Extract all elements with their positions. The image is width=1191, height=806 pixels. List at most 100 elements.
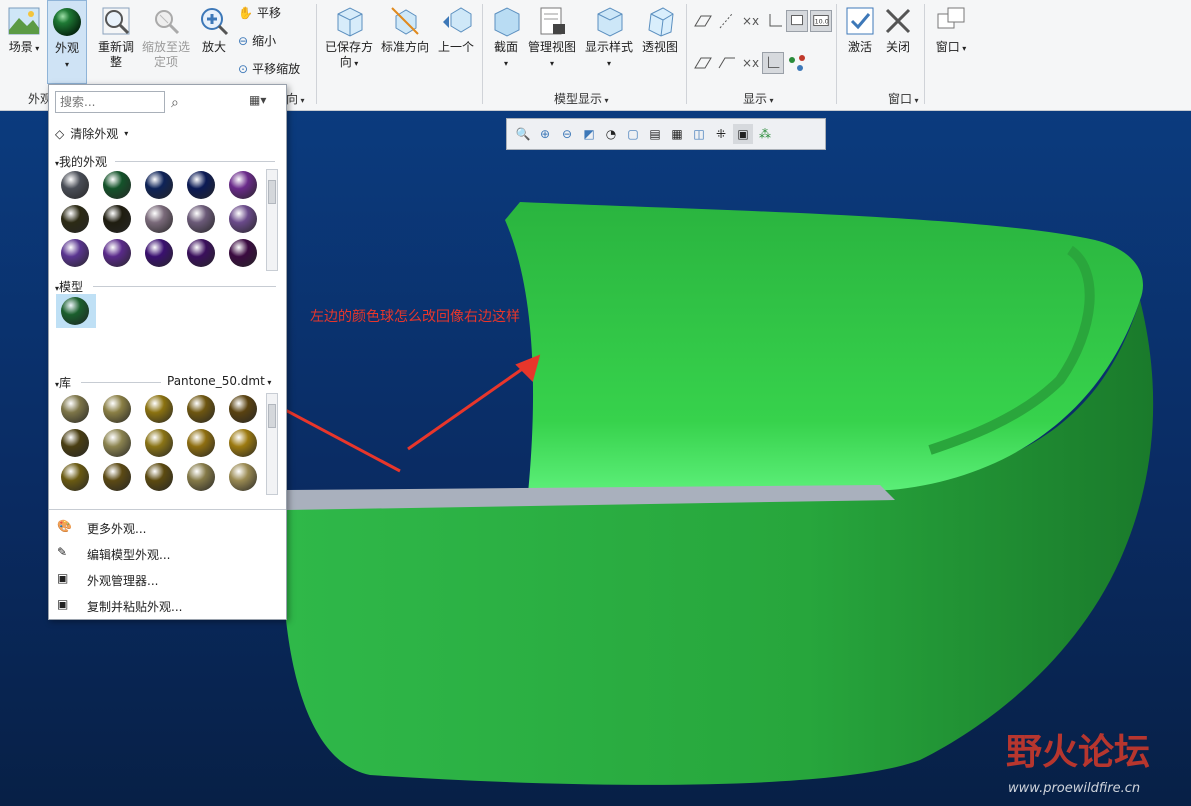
more-appearances-item[interactable]: 🎨 更多外观... xyxy=(57,519,146,537)
appearance-swatch[interactable] xyxy=(61,429,89,457)
appearance-swatch[interactable] xyxy=(187,171,215,199)
csys-tag-icon[interactable] xyxy=(762,52,784,74)
annotation-display-icon[interactable] xyxy=(786,10,808,32)
model-display-group-label[interactable]: 模型显示 ▾ xyxy=(554,90,609,107)
window-group-label[interactable]: 窗口 ▾ xyxy=(888,90,919,107)
copy-paste-appearance-item[interactable]: ▣ 复制并粘贴外观... xyxy=(57,597,182,615)
appearance-swatch[interactable] xyxy=(103,239,131,267)
csys-display-icon[interactable] xyxy=(764,10,786,32)
appearance-swatch[interactable] xyxy=(145,429,173,457)
dimension-display-icon[interactable]: 10.0 xyxy=(810,10,832,32)
window-button[interactable]: 窗口 ▾ xyxy=(930,0,972,56)
perspective-button[interactable]: 透视图 xyxy=(638,0,682,55)
zoom-in-icon[interactable]: ⊕ xyxy=(535,124,555,144)
appearance-swatch[interactable] xyxy=(61,205,89,233)
zoom-out-icon[interactable]: ⊖ xyxy=(557,124,577,144)
appearance-swatch[interactable] xyxy=(229,205,257,233)
saved-orientation-icon[interactable]: ▢ xyxy=(623,124,643,144)
appearance-swatch[interactable] xyxy=(187,429,215,457)
display-style-icon[interactable]: ◫ xyxy=(689,124,709,144)
spin-center-icon[interactable]: ⁂ xyxy=(755,124,775,144)
view-toolbar: 🔍 ⊕ ⊖ ◩ ◔ ▢ ▤ ▦ ◫ ⁜ ▣ ⁂ xyxy=(506,118,826,150)
refit-button[interactable]: 重新调 整 xyxy=(94,0,138,70)
appearance-swatch[interactable] xyxy=(145,395,173,423)
library-file-dropdown[interactable]: Pantone_50.dmt ▾ xyxy=(167,374,271,388)
appearance-swatch[interactable] xyxy=(61,297,89,325)
appearance-swatch[interactable] xyxy=(103,429,131,457)
pan-button[interactable]: ✋ 平移 xyxy=(238,4,281,21)
appearance-swatch[interactable] xyxy=(145,239,173,267)
view-options-icon[interactable]: ▦▾ xyxy=(249,93,266,107)
datum-display-icon[interactable]: ⁜ xyxy=(711,124,731,144)
pan-zoom-icon: ⊙ xyxy=(238,61,249,76)
appearance-swatch[interactable] xyxy=(61,239,89,267)
appearance-manager-item[interactable]: ▣ 外观管理器... xyxy=(57,571,158,589)
appearance-swatch[interactable] xyxy=(103,171,131,199)
my-appearances-header[interactable]: ▾我的外观 xyxy=(55,153,107,170)
refit-icon[interactable]: 🔍 xyxy=(513,124,533,144)
spin-center-icon[interactable] xyxy=(786,52,808,74)
standard-orientation-icon xyxy=(391,7,419,35)
scene-label: 场景 xyxy=(8,40,33,54)
scene-button[interactable]: 场景 ▾ xyxy=(4,0,44,56)
appearance-swatch[interactable] xyxy=(145,171,173,199)
copy-paste-icon: ▣ xyxy=(57,597,69,611)
section-button[interactable]: 截面 ▾ xyxy=(488,0,524,71)
pan-zoom-button[interactable]: ⊙ 平移缩放 xyxy=(238,60,300,77)
appearance-swatch[interactable] xyxy=(61,171,89,199)
appearance-swatch[interactable] xyxy=(103,395,131,423)
appearance-swatch[interactable] xyxy=(229,463,257,491)
appearance-swatch[interactable] xyxy=(187,205,215,233)
display-style-button[interactable]: 显示样式 ▾ xyxy=(582,0,636,71)
zoom-to-selected-button[interactable]: 缩放至选 定项 xyxy=(140,0,192,70)
section-label: 截面 xyxy=(493,40,518,54)
manage-views-button[interactable]: 管理视图 ▾ xyxy=(526,0,578,71)
appearance-swatch[interactable] xyxy=(61,395,89,423)
repaint-icon[interactable]: ◩ xyxy=(579,124,599,144)
spin-icon[interactable]: ◔ xyxy=(601,124,621,144)
axis-tag-icon[interactable] xyxy=(716,52,738,74)
edit-model-appearance-item[interactable]: ✎ 编辑模型外观... xyxy=(57,545,170,563)
activate-button[interactable]: 激活 xyxy=(842,0,878,55)
library-header[interactable]: ▾库 xyxy=(55,374,71,391)
show-group-label[interactable]: 显示 ▾ xyxy=(743,90,774,107)
model-header[interactable]: ▾模型 xyxy=(55,278,83,295)
close-button[interactable]: 关闭 xyxy=(880,0,916,55)
appearance-swatch[interactable] xyxy=(145,463,173,491)
section-view-icon[interactable]: ▦ xyxy=(667,124,687,144)
appearance-swatch[interactable] xyxy=(187,463,215,491)
datum-axis-display-icon[interactable] xyxy=(716,10,738,32)
appearance-swatch[interactable] xyxy=(61,463,89,491)
appearance-swatch[interactable] xyxy=(187,395,215,423)
appearance-swatch[interactable] xyxy=(103,205,131,233)
annotation-toggle-icon[interactable]: ▣ xyxy=(733,124,753,144)
appearance-swatch[interactable] xyxy=(103,463,131,491)
appearance-swatch[interactable] xyxy=(229,429,257,457)
appearance-swatch[interactable] xyxy=(229,171,257,199)
datum-point-display-icon[interactable]: ×x xyxy=(740,10,762,32)
plane-tag-icon[interactable] xyxy=(692,52,714,74)
svg-text:×x: ×x xyxy=(742,14,759,28)
view-manager-icon[interactable]: ▤ xyxy=(645,124,665,144)
search-icon[interactable]: ⌕ xyxy=(171,95,179,111)
appearance-swatch[interactable] xyxy=(229,239,257,267)
library-scrollbar[interactable] xyxy=(266,393,278,495)
appearance-swatch[interactable] xyxy=(187,239,215,267)
refit-icon xyxy=(102,7,130,35)
my-appearances-scrollbar[interactable] xyxy=(266,169,278,271)
standard-orientation-label: 标准方向 xyxy=(380,40,429,54)
datum-plane-display-icon[interactable] xyxy=(692,10,714,32)
point-tag-icon[interactable]: ×x xyxy=(740,52,762,74)
previous-button[interactable]: 上一个 xyxy=(434,0,478,55)
pan-zoom-label: 平移缩放 xyxy=(252,62,301,76)
saved-orientation-label: 已保存方 向 xyxy=(324,40,373,69)
saved-orientations-button[interactable]: 已保存方 向 ▾ xyxy=(322,0,376,71)
appearance-swatch[interactable] xyxy=(229,395,257,423)
search-input[interactable] xyxy=(55,91,165,113)
appearance-button[interactable]: 外观 ▾ xyxy=(47,0,87,84)
appearance-swatch[interactable] xyxy=(145,205,173,233)
zoom-out-button[interactable]: ⊖ 缩小 xyxy=(238,32,276,49)
standard-orientation-button[interactable]: 标准方向 xyxy=(378,0,432,55)
zoom-in-button[interactable]: 放大 xyxy=(196,0,232,55)
clear-appearance-button[interactable]: ◇ 清除外观 ▾ xyxy=(55,125,128,142)
